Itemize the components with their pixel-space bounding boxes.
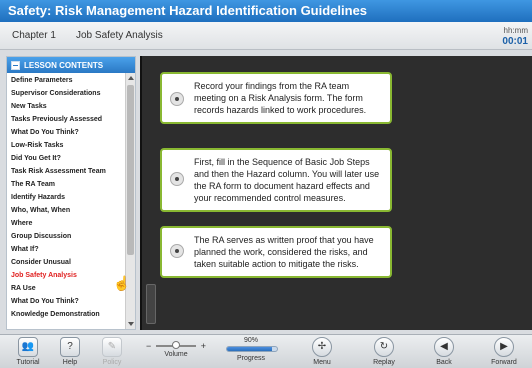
help-icon: ?: [60, 337, 80, 357]
timer-value: 00:01: [502, 36, 528, 47]
back-label: Back: [436, 359, 452, 366]
info-card-text: Record your findings from the RA team me…: [194, 81, 367, 115]
lesson-contents-header[interactable]: LESSON CONTENTS: [7, 57, 135, 73]
bullet-icon: [170, 172, 184, 186]
chapter-title: Job Safety Analysis: [76, 30, 163, 41]
info-card-text: The RA serves as written proof that you …: [194, 235, 374, 269]
policy-icon: ✎: [102, 337, 122, 357]
help-label: Help: [62, 359, 78, 366]
back-icon: ◀: [434, 337, 454, 357]
bullet-icon: [170, 92, 184, 106]
forward-icon: ▶: [494, 337, 514, 357]
info-card-text: First, fill in the Sequence of Basic Job…: [194, 157, 380, 203]
lesson-item[interactable]: What Do You Think?: [11, 295, 135, 308]
hand-cursor-icon: ☝: [113, 275, 131, 291]
replay-icon: ↻: [374, 337, 394, 357]
scroll-down-icon[interactable]: [128, 322, 134, 326]
lesson-item[interactable]: Knowledge Demonstration: [11, 308, 135, 321]
timer-label: hh:mm: [503, 26, 528, 35]
menu-icon: ✢: [312, 337, 332, 357]
lesson-item[interactable]: Group Discussion: [11, 230, 135, 243]
scroll-up-icon[interactable]: [128, 76, 134, 80]
lesson-contents-title: LESSON CONTENTS: [24, 60, 104, 70]
header-bar: Chapter 1 Job Safety Analysis hh:mm 00:0…: [0, 22, 532, 50]
lesson-item[interactable]: Identify Hazards: [11, 191, 135, 204]
lesson-item[interactable]: The RA Team: [11, 178, 135, 191]
bullet-icon: [170, 244, 184, 258]
progress-fill: [227, 347, 272, 351]
volume-up-icon[interactable]: +: [201, 341, 206, 351]
forward-label: Forward: [491, 359, 517, 366]
volume-knob[interactable]: [172, 341, 180, 349]
back-button[interactable]: ◀ Back: [418, 337, 470, 366]
progress-label: Progress: [236, 355, 265, 362]
policy-button[interactable]: ✎ Policy: [86, 337, 138, 366]
info-card-3: The RA serves as written proof that you …: [160, 226, 392, 278]
lesson-item[interactable]: Where: [11, 217, 135, 230]
forward-button[interactable]: ▶ Forward: [478, 337, 530, 366]
binder-ring-icon: [146, 284, 156, 324]
app-window: Safety: Risk Management Hazard Identific…: [0, 0, 532, 368]
lesson-item[interactable]: Tasks Previously Assessed: [11, 113, 135, 126]
lesson-item[interactable]: Who, What, When: [11, 204, 135, 217]
lesson-item[interactable]: What Do You Think?: [11, 126, 135, 139]
content-panel: Record your findings from the RA team me…: [140, 56, 532, 330]
info-card-2: First, fill in the Sequence of Basic Job…: [160, 148, 392, 212]
scroll-thumb[interactable]: [127, 85, 134, 255]
lesson-item[interactable]: What If?: [11, 243, 135, 256]
info-card-1: Record your findings from the RA team me…: [160, 72, 392, 124]
lesson-item[interactable]: Define Parameters: [11, 74, 135, 87]
replay-label: Replay: [373, 359, 395, 366]
collapse-icon[interactable]: [11, 60, 20, 70]
policy-label: Policy: [102, 359, 122, 366]
menu-button[interactable]: ✢ Menu: [296, 337, 348, 366]
menu-label: Menu: [313, 359, 331, 366]
lesson-item[interactable]: Supervisor Considerations: [11, 87, 135, 100]
volume-label: Volume: [164, 351, 188, 358]
tutorial-label: Tutorial: [16, 359, 40, 366]
lesson-item[interactable]: Task Risk Assessment Team: [11, 165, 135, 178]
lesson-item[interactable]: Did You Get It?: [11, 152, 135, 165]
bottom-toolbar: 👥 Tutorial ? Help ✎ Policy − + Volume 90…: [0, 334, 532, 368]
progress-track: [226, 346, 278, 352]
lesson-sidebar: LESSON CONTENTS Define Parameters Supervi…: [6, 56, 136, 330]
course-title: Safety: Risk Management Hazard Identific…: [0, 0, 532, 22]
volume-control[interactable]: − + Volume: [146, 341, 206, 358]
lesson-item[interactable]: Consider Unusual: [11, 256, 135, 269]
chapter-label: Chapter 1: [12, 30, 56, 41]
lesson-item[interactable]: Low-Risk Tasks: [11, 139, 135, 152]
replay-button[interactable]: ↻ Replay: [358, 337, 410, 366]
progress-indicator: 90% Progress: [226, 337, 278, 362]
lesson-item[interactable]: New Tasks: [11, 100, 135, 113]
volume-down-icon[interactable]: −: [146, 341, 151, 351]
tutorial-icon: 👥: [18, 337, 38, 357]
progress-value: 90%: [243, 337, 258, 344]
